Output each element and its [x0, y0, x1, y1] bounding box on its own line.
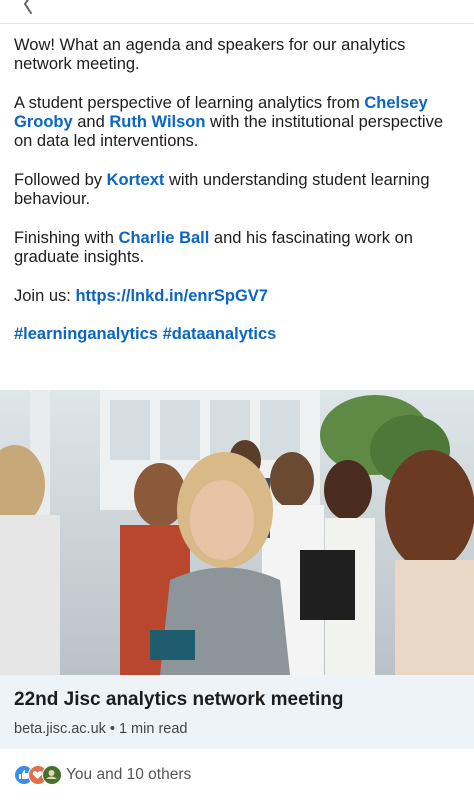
hashtag-learninganalytics[interactable]: #learninganalytics — [14, 325, 158, 343]
post-text-span: Finishing with — [14, 228, 119, 247]
support-icon — [42, 765, 62, 785]
article-title[interactable]: 22nd Jisc analytics network meeting — [14, 689, 343, 711]
mention-charlie-ball[interactable]: Charlie Ball — [119, 229, 210, 247]
hashtag-dataanalytics[interactable]: #dataanalytics — [163, 325, 277, 343]
meta-separator: • — [109, 721, 115, 737]
top-bar — [0, 0, 474, 24]
post-text-span: A student perspective of learning analyt… — [14, 93, 365, 112]
mention-ruth-wilson[interactable]: Ruth Wilson — [109, 113, 205, 131]
join-link[interactable]: https://lnkd.in/enrSpGV7 — [75, 287, 268, 305]
post-paragraph-join: Join us: https://lnkd.in/enrSpGV7 — [14, 287, 460, 306]
article-meta: beta.jisc.ac.uk • 1 min read — [14, 721, 187, 737]
post-hashtags: #learninganalytics #dataanalytics — [14, 325, 460, 344]
back-chevron-icon[interactable] — [18, 0, 38, 14]
article-image[interactable] — [0, 390, 474, 675]
post-text: Wow! What an agenda and speakers for our… — [14, 36, 460, 364]
post-text-span: Wow! What an agenda and speakers for our… — [14, 36, 406, 74]
reaction-icons — [14, 765, 62, 785]
post-paragraph-3: Followed by Kortext with understanding s… — [14, 171, 460, 210]
article-read-time: 1 min read — [118, 721, 188, 737]
post-paragraph-1: Wow! What an agenda and speakers for our… — [14, 36, 460, 75]
article-domain: beta.jisc.ac.uk — [14, 721, 106, 737]
reactions-count-text[interactable]: You and 10 others — [66, 766, 191, 784]
post-paragraph-2: A student perspective of learning analyt… — [14, 94, 460, 152]
article-image-illustration — [0, 390, 474, 675]
post-text-span: and — [72, 113, 110, 132]
reactions-summary[interactable]: You and 10 others — [14, 764, 191, 786]
mention-kortext[interactable]: Kortext — [107, 171, 165, 189]
article-link-card[interactable]: 22nd Jisc analytics network meeting beta… — [0, 675, 474, 749]
join-label: Join us: — [14, 286, 76, 305]
post-text-span: Followed by — [14, 171, 107, 190]
post-paragraph-4: Finishing with Charlie Ball and his fasc… — [14, 229, 460, 268]
